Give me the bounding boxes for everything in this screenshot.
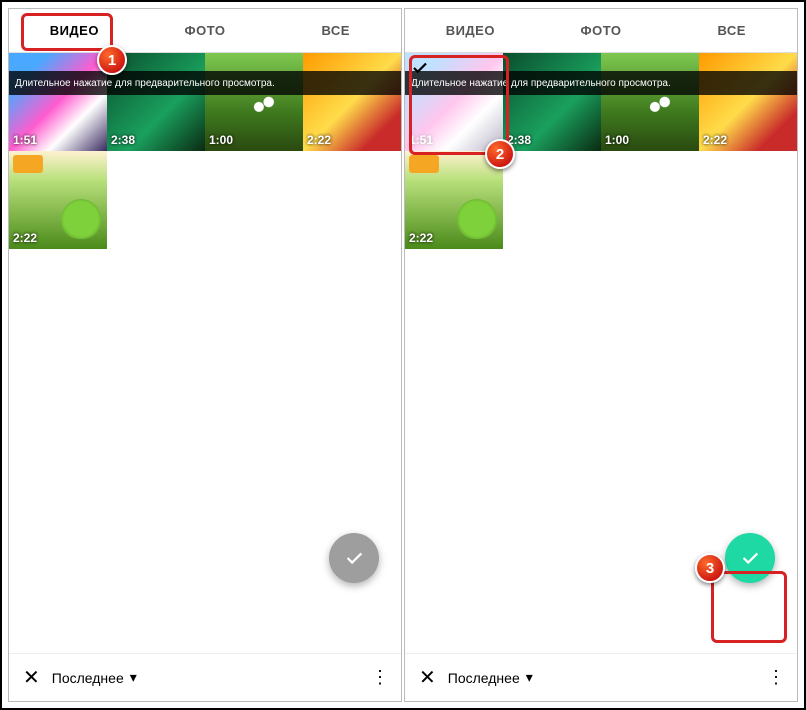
album-selector[interactable]: Последнее ▾ xyxy=(52,669,137,686)
confirm-fab[interactable] xyxy=(725,533,775,583)
album-label: Последнее xyxy=(448,670,520,686)
album-label: Последнее xyxy=(52,670,124,686)
video-thumb[interactable]: 1:51 xyxy=(9,53,107,151)
phone-right: ВИДЕО ФОТО ВСЕ 1:51 2:38 1:00 2:22 2:22 … xyxy=(404,8,798,702)
bottom-bar: ✕ Последнее ▾ ⋮ xyxy=(405,653,797,701)
chevron-down-icon: ▾ xyxy=(526,669,533,686)
video-thumb[interactable]: 2:38 xyxy=(107,53,205,151)
bottom-bar: ✕ Последнее ▾ ⋮ xyxy=(9,653,401,701)
phone-left: ВИДЕО ФОТО ВСЕ 1:51 2:38 1:00 2:22 2:22 … xyxy=(8,8,402,702)
tab-all[interactable]: ВСЕ xyxy=(270,9,401,52)
duration-label: 2:38 xyxy=(111,133,135,147)
duration-label: 1:00 xyxy=(605,133,629,147)
duration-label: 2:22 xyxy=(307,133,331,147)
close-button[interactable]: ✕ xyxy=(419,665,436,690)
tab-video[interactable]: ВИДЕО xyxy=(405,9,536,52)
video-thumb[interactable]: 2:22 xyxy=(699,53,797,151)
more-button[interactable]: ⋮ xyxy=(767,667,783,688)
video-thumb[interactable]: 1:00 xyxy=(205,53,303,151)
video-thumb[interactable]: 2:22 xyxy=(405,151,503,249)
tab-all[interactable]: ВСЕ xyxy=(666,9,797,52)
hint-banner: Длительное нажатие для предварительного … xyxy=(405,71,797,95)
tab-photo[interactable]: ФОТО xyxy=(140,9,271,52)
video-thumb-selected[interactable]: 1:51 xyxy=(405,53,503,151)
duration-label: 1:51 xyxy=(409,133,433,147)
close-button[interactable]: ✕ xyxy=(23,665,40,690)
duration-label: 1:51 xyxy=(13,133,37,147)
video-thumb[interactable]: 1:00 xyxy=(601,53,699,151)
hint-banner: Длительное нажатие для предварительного … xyxy=(9,71,401,95)
duration-label: 1:00 xyxy=(209,133,233,147)
video-thumb[interactable]: 2:38 xyxy=(503,53,601,151)
duration-label: 2:38 xyxy=(507,133,531,147)
tab-video[interactable]: ВИДЕО xyxy=(9,9,140,52)
gallery: 1:51 2:38 1:00 2:22 2:22 Длительное нажа… xyxy=(405,53,797,653)
duration-label: 2:22 xyxy=(13,231,37,245)
duration-label: 2:22 xyxy=(703,133,727,147)
check-icon xyxy=(739,547,761,569)
selected-check-icon xyxy=(411,59,429,82)
tab-photo[interactable]: ФОТО xyxy=(536,9,667,52)
confirm-fab[interactable] xyxy=(329,533,379,583)
chevron-down-icon: ▾ xyxy=(130,669,137,686)
album-selector[interactable]: Последнее ▾ xyxy=(448,669,533,686)
more-button[interactable]: ⋮ xyxy=(371,667,387,688)
video-thumb[interactable]: 2:22 xyxy=(303,53,401,151)
tabs: ВИДЕО ФОТО ВСЕ xyxy=(405,9,797,53)
check-icon xyxy=(343,547,365,569)
video-thumb[interactable]: 2:22 xyxy=(9,151,107,249)
duration-label: 2:22 xyxy=(409,231,433,245)
gallery: 1:51 2:38 1:00 2:22 2:22 Длительное нажа… xyxy=(9,53,401,653)
tabs: ВИДЕО ФОТО ВСЕ xyxy=(9,9,401,53)
